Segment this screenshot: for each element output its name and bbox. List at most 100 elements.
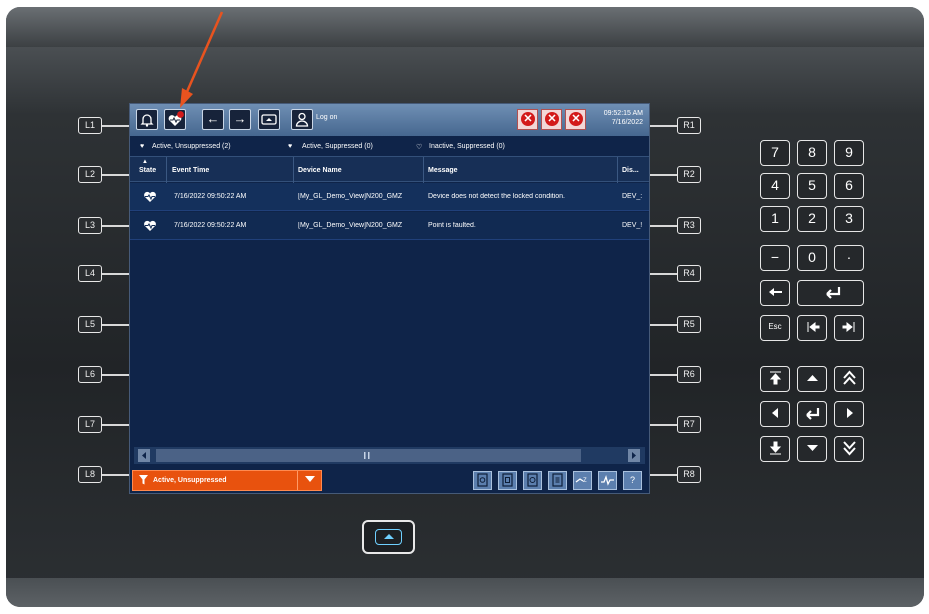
key-9[interactable]: 9 (834, 140, 864, 166)
horizontal-scrollbar[interactable] (134, 447, 645, 464)
key-8[interactable]: 8 (797, 140, 827, 166)
softkey-l7[interactable]: L7 (78, 416, 102, 433)
user-icon[interactable] (291, 109, 313, 130)
cell-display: DEV_: (622, 193, 643, 200)
softkey-connector (650, 273, 677, 275)
softkey-r6[interactable]: R6 (677, 366, 701, 383)
softkey-connector (102, 273, 129, 275)
trend-icon[interactable] (598, 471, 617, 490)
filter-dropdown-label: Active, Unsuppressed (153, 477, 227, 484)
cell-message: Point is faulted. (428, 222, 476, 229)
softkey-connector (102, 225, 129, 227)
end-key-icon[interactable] (834, 315, 864, 341)
device-bezel-bottom (6, 578, 924, 607)
backspace-key-icon[interactable] (760, 280, 790, 306)
key-2[interactable]: 2 (797, 206, 827, 232)
enter-key-icon[interactable] (797, 280, 864, 306)
esc-key[interactable]: Esc (760, 315, 790, 341)
back-button[interactable]: ← (202, 109, 224, 130)
col-state[interactable]: State (139, 167, 156, 174)
col-event-time[interactable]: Event Time (172, 167, 209, 174)
col-device-name[interactable]: Device Name (298, 167, 342, 174)
softkey-l4[interactable]: L4 (78, 265, 102, 282)
clock-time: 09:52:15 AM (603, 110, 643, 117)
clock: 09:52:15 AM 7/16/2022 (604, 109, 643, 127)
softkey-l8[interactable]: L8 (78, 466, 102, 483)
device-bezel-top (6, 7, 924, 47)
softkey-r7[interactable]: R7 (677, 416, 701, 433)
heart-alarm-icon[interactable] (164, 109, 186, 130)
softkey-r5[interactable]: R5 (677, 316, 701, 333)
svg-text:Z: Z (583, 478, 587, 484)
logon-label[interactable]: Log on (316, 114, 337, 121)
filter-heart-icon: ♥ (288, 143, 293, 150)
key-4[interactable]: 4 (760, 173, 790, 199)
event-details-icon[interactable] (473, 471, 492, 490)
key-3[interactable]: 3 (834, 206, 864, 232)
filter-active-unsuppressed[interactable]: Active, Unsuppressed (2) (152, 143, 231, 150)
forward-button[interactable]: → (229, 109, 251, 130)
arrow-left-icon[interactable] (760, 401, 790, 427)
softkey-connector (650, 474, 677, 476)
softkey-r3[interactable]: R3 (677, 217, 701, 234)
softkey-l5[interactable]: L5 (78, 316, 102, 333)
softkey-connector (102, 474, 129, 476)
alarm-status-icon[interactable]: ✕ (565, 109, 586, 130)
table-row[interactable]: 7/16/2022 09:50:22 AM [My_GL_Demo_View]N… (130, 212, 649, 240)
bell-icon[interactable] (136, 109, 158, 130)
page-up-icon[interactable] (834, 366, 864, 392)
page-top-icon[interactable] (760, 366, 790, 392)
softkey-r4[interactable]: R4 (677, 265, 701, 282)
col-message[interactable]: Message (428, 167, 458, 174)
enter-arrow-icon[interactable] (797, 401, 827, 427)
acknowledge-icon[interactable] (498, 471, 517, 490)
filter-active-suppressed[interactable]: Active, Suppressed (0) (302, 143, 373, 150)
filter-dropdown[interactable]: Active, Unsuppressed (132, 470, 322, 491)
cell-event-time: 7/16/2022 09:50:22 AM (174, 193, 247, 200)
heart-alarm-icon (143, 219, 157, 232)
arrow-up-icon[interactable] (797, 366, 827, 392)
softkey-l2[interactable]: L2 (78, 166, 102, 183)
scroll-left-icon[interactable] (138, 449, 150, 462)
page-bottom-icon[interactable] (760, 436, 790, 462)
chevron-down-icon[interactable] (297, 471, 321, 490)
softkey-r8[interactable]: R8 (677, 466, 701, 483)
softkey-r1[interactable]: R1 (677, 117, 701, 134)
acknowledge-all-icon[interactable] (523, 471, 542, 490)
shelve-icon[interactable] (548, 471, 567, 490)
scrollbar-thumb[interactable] (156, 449, 581, 462)
bottom-toolbar: Active, Unsuppressed Z ? (130, 466, 649, 493)
table-row[interactable]: 7/16/2022 09:50:22 AM [My_GL_Demo_View]N… (130, 183, 649, 211)
scroll-right-icon[interactable] (628, 449, 640, 462)
screen-icon[interactable] (258, 109, 280, 130)
softkey-connector (102, 374, 129, 376)
filter-inactive-suppressed[interactable]: Inactive, Suppressed (0) (429, 143, 505, 150)
key-6[interactable]: 6 (834, 173, 864, 199)
key-5[interactable]: 5 (797, 173, 827, 199)
key-0[interactable]: 0 (797, 245, 827, 271)
column-divider (293, 157, 294, 183)
arrow-right-icon[interactable] (834, 401, 864, 427)
table-header: ▲ State Event Time Device Name Message D… (130, 156, 649, 183)
key-1[interactable]: 1 (760, 206, 790, 232)
sort-icon[interactable]: Z (573, 471, 592, 490)
key-decimal[interactable]: · (834, 245, 864, 271)
arrow-down-icon[interactable] (797, 436, 827, 462)
col-display[interactable]: Dis... (622, 167, 639, 174)
home-key-icon[interactable] (797, 315, 827, 341)
softkey-l6[interactable]: L6 (78, 366, 102, 383)
softkey-connector (650, 225, 677, 227)
key-7[interactable]: 7 (760, 140, 790, 166)
key-minus[interactable]: − (760, 245, 790, 271)
home-button[interactable] (362, 520, 415, 554)
alarm-status-icon[interactable]: ✕ (541, 109, 562, 130)
help-button[interactable]: ? (623, 471, 642, 490)
softkey-connector (102, 324, 129, 326)
softkey-l1[interactable]: L1 (78, 117, 102, 134)
alarm-status-icon[interactable]: ✕ (517, 109, 538, 130)
softkey-connector (650, 374, 677, 376)
softkey-connector (102, 424, 129, 426)
page-down-icon[interactable] (834, 436, 864, 462)
softkey-r2[interactable]: R2 (677, 166, 701, 183)
softkey-l3[interactable]: L3 (78, 217, 102, 234)
